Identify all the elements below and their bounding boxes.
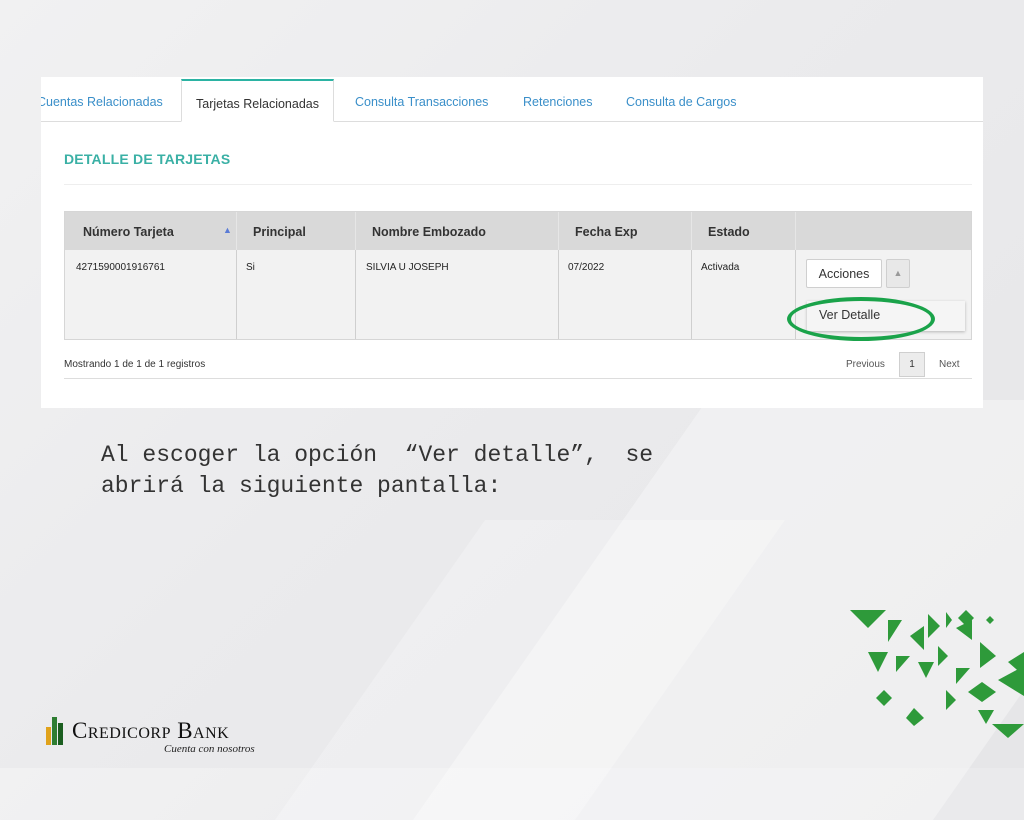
tab-consulta-de-cargos[interactable]: Consulta de Cargos bbox=[626, 77, 736, 121]
ver-detalle-menu-item[interactable]: Ver Detalle bbox=[819, 308, 880, 322]
tab-cuentas-relacionadas[interactable]: Cuentas Relacionadas bbox=[41, 77, 163, 121]
divider bbox=[64, 378, 972, 379]
tab-consulta-transacciones[interactable]: Consulta Transacciones bbox=[355, 77, 488, 121]
cell-numero-tarjeta: 4271590001916761 bbox=[76, 262, 165, 273]
next-button[interactable]: Next bbox=[939, 359, 960, 370]
divider bbox=[236, 250, 237, 339]
records-info: Mostrando 1 de 1 de 1 registros bbox=[64, 359, 206, 370]
divider bbox=[236, 212, 237, 250]
previous-button[interactable]: Previous bbox=[846, 359, 885, 370]
divider bbox=[558, 250, 559, 339]
section-title: DETALLE DE TARJETAS bbox=[64, 151, 231, 167]
cell-fecha-exp: 07/2022 bbox=[568, 262, 605, 273]
cell-estado: Activada bbox=[701, 262, 740, 273]
tab-bar: Cuentas Relacionadas Tarjetas Relacionad… bbox=[41, 77, 983, 122]
divider bbox=[691, 250, 692, 339]
caption-text: Al escoger la opción “Ver detalle”, se a… bbox=[101, 440, 653, 502]
header-principal[interactable]: Principal bbox=[253, 212, 306, 250]
divider bbox=[795, 212, 796, 250]
brand-name: Credicorp Bank bbox=[72, 718, 230, 743]
divider bbox=[691, 212, 692, 250]
cell-principal: Si bbox=[246, 262, 255, 273]
credicorp-logo: Credicorp Bank Cuenta con nosotros bbox=[46, 713, 296, 761]
brand-tagline: Cuenta con nosotros bbox=[164, 743, 255, 755]
divider bbox=[355, 250, 356, 339]
app-screenshot: Cuentas Relacionadas Tarjetas Relacionad… bbox=[41, 77, 983, 408]
actions-dropdown-menu: Ver Detalle bbox=[807, 301, 965, 331]
tab-tarjetas-relacionadas[interactable]: Tarjetas Relacionadas bbox=[181, 79, 334, 122]
header-nombre-embozado[interactable]: Nombre Embozado bbox=[372, 212, 486, 250]
table-header: Número Tarjeta ▲ Principal Nombre Emboza… bbox=[65, 212, 971, 250]
page-1-button[interactable]: 1 bbox=[899, 352, 925, 377]
logo-bars-icon bbox=[46, 713, 66, 745]
header-numero-tarjeta[interactable]: Número Tarjeta bbox=[83, 212, 174, 250]
sort-asc-icon[interactable]: ▲ bbox=[223, 225, 232, 235]
acciones-button[interactable]: Acciones bbox=[806, 259, 882, 288]
caption-line-1: Al escoger la opción “Ver detalle”, se bbox=[101, 442, 654, 468]
cards-table: Número Tarjeta ▲ Principal Nombre Emboza… bbox=[64, 211, 972, 340]
divider bbox=[795, 250, 796, 339]
decorative-triangles-icon bbox=[850, 610, 1024, 738]
divider bbox=[558, 212, 559, 250]
caption-line-2: abrirá la siguiente pantalla: bbox=[101, 473, 502, 499]
divider bbox=[355, 212, 356, 250]
header-fecha-exp[interactable]: Fecha Exp bbox=[575, 212, 638, 250]
divider bbox=[64, 184, 972, 185]
cell-nombre-embozado: SILVIA U JOSEPH bbox=[366, 262, 449, 273]
chevron-up-icon[interactable]: ▲ bbox=[886, 259, 910, 288]
tab-retenciones[interactable]: Retenciones bbox=[523, 77, 593, 121]
header-estado[interactable]: Estado bbox=[708, 212, 750, 250]
